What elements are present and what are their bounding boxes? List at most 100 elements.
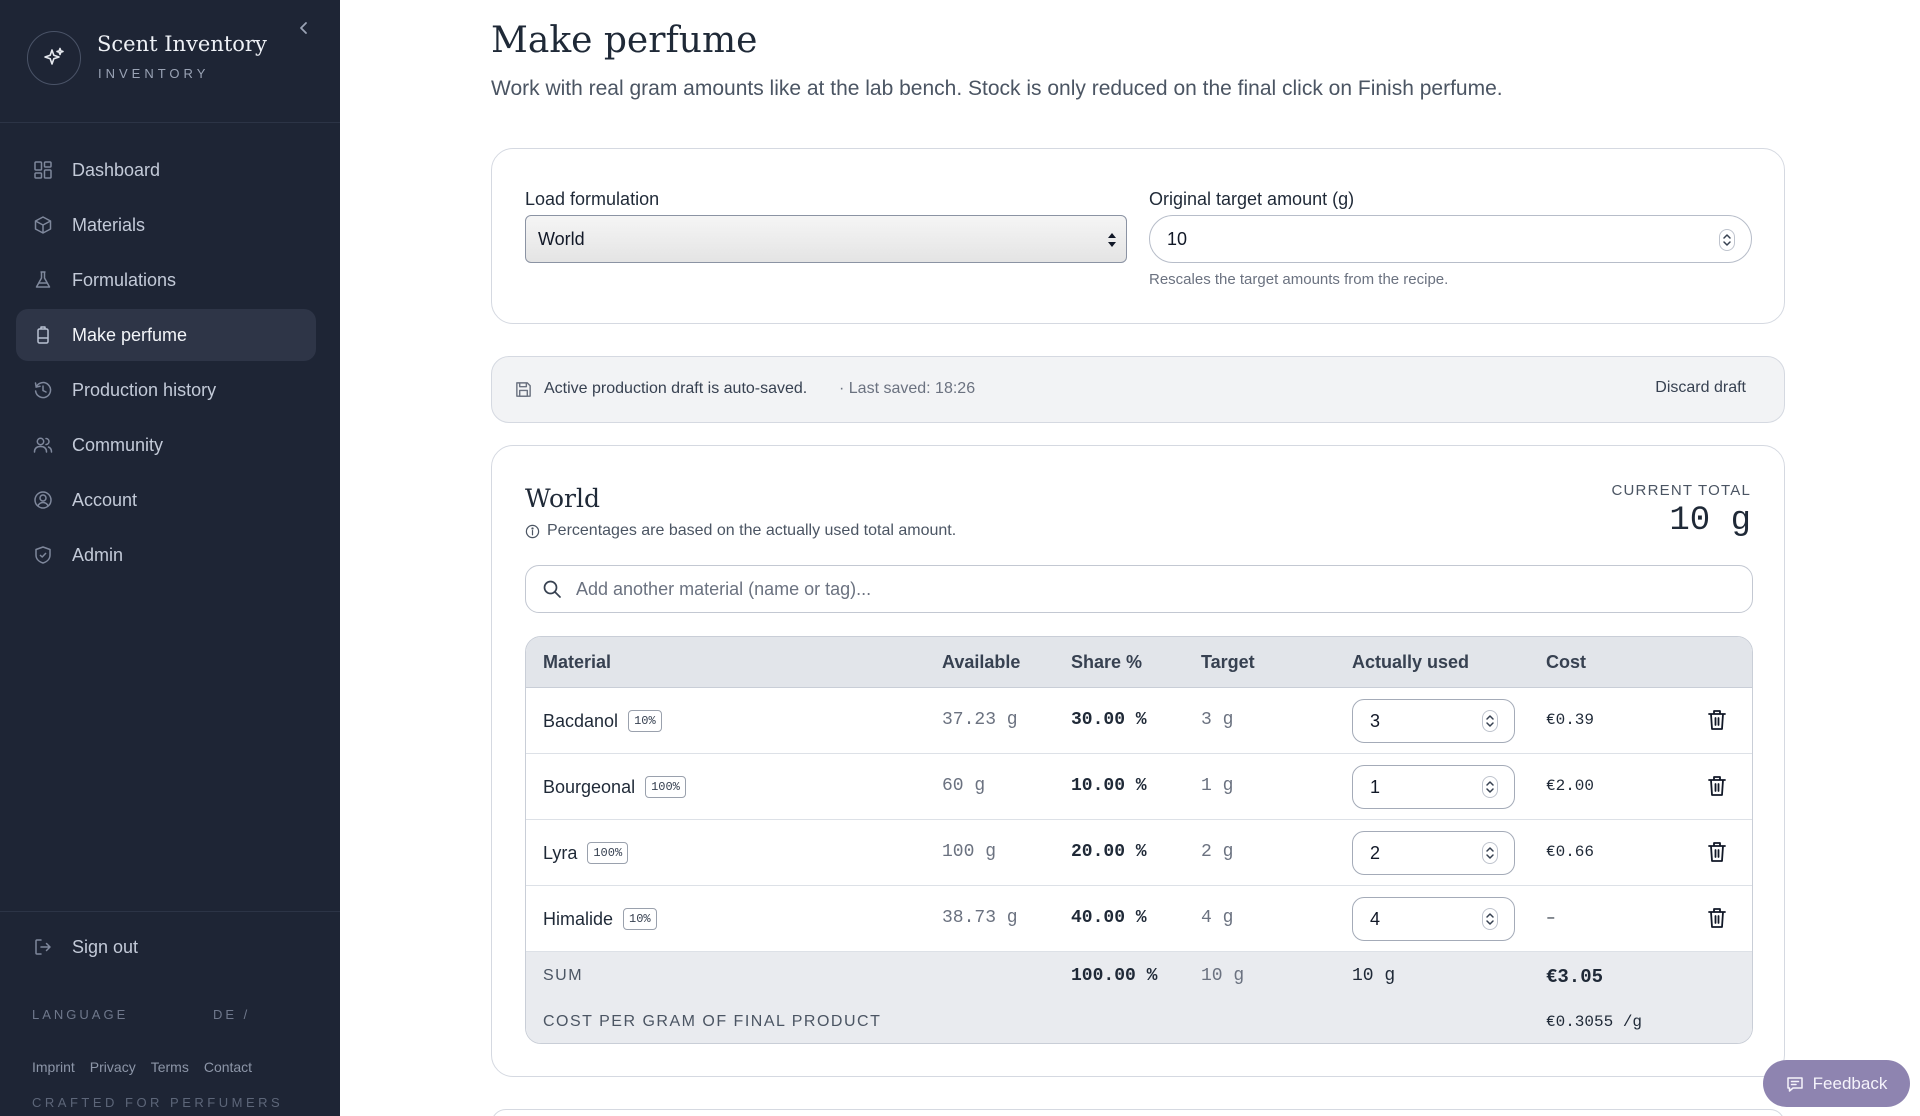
target-amount-input[interactable]: 10	[1149, 215, 1752, 263]
sidebar-item-account[interactable]: Account	[16, 474, 316, 526]
add-material-input[interactable]	[576, 578, 1726, 600]
discard-draft-button[interactable]: Discard draft	[1655, 379, 1746, 397]
sidebar-item-make-perfume[interactable]: Make perfume	[16, 309, 316, 361]
sign-out-button[interactable]: Sign out	[16, 924, 316, 970]
crafted-tagline: CRAFTED FOR PERFUMERS	[32, 1095, 284, 1110]
history-icon	[33, 380, 53, 400]
material-name[interactable]: Bacdanol	[543, 711, 618, 732]
sidebar: Scent Inventory INVENTORY Dashboard Mate…	[0, 0, 340, 1116]
col-available: Available	[942, 652, 1021, 672]
shield-icon	[33, 545, 53, 565]
chevron-left-icon	[300, 22, 307, 34]
info-icon	[525, 524, 540, 538]
share-cell: 10.00 %	[1071, 776, 1147, 796]
table-header: Material Available Share % Target Actual…	[526, 637, 1752, 688]
sidebar-item-label: Community	[72, 434, 164, 455]
terms-link[interactable]: Terms	[151, 1059, 189, 1075]
available-cell: 60 g	[942, 776, 986, 796]
concentration-badge: 10%	[623, 908, 657, 930]
contact-link[interactable]: Contact	[204, 1059, 252, 1075]
feedback-button[interactable]: Feedback	[1763, 1060, 1910, 1107]
delete-row-button[interactable]	[1706, 708, 1728, 732]
delete-row-button[interactable]	[1706, 906, 1728, 930]
material-cell: Himalide 10%	[543, 908, 657, 930]
flask-icon	[33, 270, 53, 290]
sign-out-icon	[33, 937, 53, 957]
search-icon	[543, 580, 561, 598]
box-icon	[33, 215, 53, 235]
load-formulation-card: Load formulation World Original target a…	[491, 148, 1785, 324]
brand: Scent Inventory INVENTORY	[0, 0, 340, 123]
draft-last-saved: · Last saved: 18:26	[839, 380, 976, 397]
cost-per-gram-value: €0.3055 /g	[1546, 1013, 1643, 1031]
delete-row-button[interactable]	[1706, 840, 1728, 864]
app-subtitle: INVENTORY	[98, 66, 210, 81]
sidebar-item-label: Formulations	[72, 269, 177, 290]
formulation-label: Load formulation	[525, 189, 660, 209]
delete-row-button[interactable]	[1706, 774, 1728, 798]
target-cell: 4 g	[1201, 908, 1234, 928]
material-cell: Bourgeonal 100%	[543, 776, 686, 798]
available-cell: 37.23 g	[942, 710, 1018, 730]
imprint-link[interactable]: Imprint	[32, 1059, 75, 1075]
sum-share: 100.00 %	[1071, 966, 1158, 986]
sign-out-label: Sign out	[72, 936, 139, 957]
material-name[interactable]: Himalide	[543, 909, 613, 930]
material-name[interactable]: Bourgeonal	[543, 777, 635, 798]
available-cell: 38.73 g	[942, 908, 1018, 928]
bottle-icon	[33, 325, 53, 345]
sparkles-icon[interactable]	[27, 31, 81, 85]
collapse-sidebar-button[interactable]	[292, 16, 316, 40]
select-arrows-icon	[1108, 233, 1116, 247]
cost-cell: €0.39	[1546, 711, 1595, 729]
privacy-link[interactable]: Privacy	[90, 1059, 136, 1075]
trash-icon	[1708, 908, 1726, 928]
actually-used-value: 2	[1370, 842, 1381, 863]
cost-cell: €2.00	[1546, 777, 1595, 795]
language-switcher[interactable]: LANGUAGE DE /	[32, 1007, 292, 1022]
formulation-select[interactable]: World	[525, 215, 1127, 263]
percentage-note: Percentages are based on the actually us…	[525, 522, 956, 540]
actually-used-input[interactable]: 2	[1352, 831, 1515, 875]
stepper-icon[interactable]	[1719, 229, 1735, 251]
target-amount-hint: Rescales the target amounts from the rec…	[1149, 271, 1449, 288]
table-row: Himalide 10% 38.73 g 40.00 % 4 g 4 –	[526, 886, 1752, 952]
sidebar-item-formulations[interactable]: Formulations	[16, 254, 316, 306]
col-share: Share %	[1071, 652, 1143, 672]
language-value[interactable]: DE /	[213, 1007, 250, 1022]
stepper-icon[interactable]	[1482, 842, 1498, 864]
page-title: Make perfume	[491, 20, 758, 61]
cost-cell: –	[1546, 909, 1556, 927]
actually-used-input[interactable]: 4	[1352, 897, 1515, 941]
stepper-icon[interactable]	[1482, 710, 1498, 732]
target-amount-value: 10	[1167, 228, 1188, 249]
stepper-icon[interactable]	[1482, 908, 1498, 930]
sidebar-item-label: Make perfume	[72, 324, 188, 345]
share-cell: 40.00 %	[1071, 908, 1147, 928]
message-icon	[1786, 1076, 1803, 1092]
actually-used-input[interactable]: 1	[1352, 765, 1515, 809]
target-cell: 3 g	[1201, 710, 1234, 730]
col-target: Target	[1201, 652, 1255, 672]
col-actually-used: Actually used	[1352, 652, 1470, 672]
users-icon	[33, 435, 53, 455]
sidebar-item-admin[interactable]: Admin	[16, 529, 316, 581]
save-icon	[516, 382, 531, 397]
trash-icon	[1708, 776, 1726, 796]
draft-status-text: Active production draft is auto-saved.	[544, 380, 808, 397]
material-name[interactable]: Lyra	[543, 843, 577, 864]
sidebar-item-materials[interactable]: Materials	[16, 199, 316, 251]
sidebar-item-label: Materials	[72, 214, 146, 235]
formulation-select-value: World	[538, 228, 585, 249]
actually-used-input[interactable]: 3	[1352, 699, 1515, 743]
stepper-icon[interactable]	[1482, 776, 1498, 798]
current-total-value: 10 g	[1669, 502, 1751, 540]
sidebar-item-production-history[interactable]: Production history	[16, 364, 316, 416]
materials-table: Material Available Share % Target Actual…	[525, 636, 1753, 1044]
add-material-search[interactable]	[525, 565, 1753, 613]
sidebar-item-community[interactable]: Community	[16, 419, 316, 471]
col-cost: Cost	[1546, 652, 1586, 672]
formulation-title: World	[525, 484, 600, 513]
footer-links: Imprint Privacy Terms Contact	[32, 1059, 252, 1075]
sidebar-item-dashboard[interactable]: Dashboard	[16, 144, 316, 196]
